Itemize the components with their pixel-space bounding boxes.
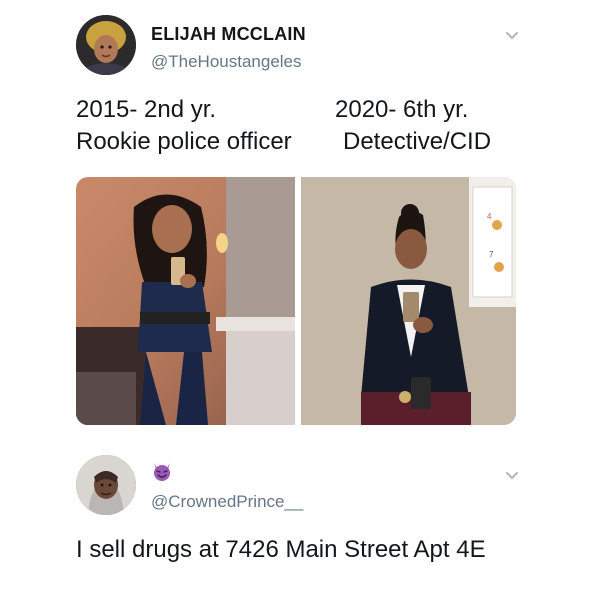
chevron-down-icon[interactable]: [503, 467, 521, 485]
tweet-text: I sell drugs at 7426 Main Street Apt 4E: [76, 536, 486, 563]
author-avatar[interactable]: [76, 15, 136, 75]
author-display-name[interactable]: ELIJAH MCCLAIN: [151, 24, 306, 45]
avatar-image: [76, 15, 136, 75]
tweet-card-2: @CrownedPrince__ I sell drugs at 7426 Ma…: [0, 440, 602, 602]
uniform-selfie-photo[interactable]: [76, 177, 295, 425]
avatar-image: [76, 455, 136, 515]
author-avatar[interactable]: [76, 455, 136, 515]
tweet-card-1: ELIJAH MCCLAIN @TheHoustangeles 2015- 2n…: [0, 0, 602, 440]
caption-right-line2: Detective/CID: [343, 128, 492, 155]
caption-right-line1: 2020- 6th yr.: [335, 96, 469, 123]
svg-text:4: 4: [487, 212, 492, 221]
caption-left-line1: 2015- 2nd yr.: [76, 96, 217, 123]
author-handle[interactable]: @TheHoustangeles: [151, 52, 302, 72]
chevron-down-icon[interactable]: [503, 27, 521, 45]
caption-left-line2: Rookie police officer: [76, 128, 292, 155]
svg-text:7: 7: [489, 250, 494, 259]
author-handle[interactable]: @CrownedPrince__: [151, 492, 303, 512]
detective-selfie-photo[interactable]: 4 7: [301, 177, 516, 425]
smiling-devil-emoji: [151, 460, 173, 482]
